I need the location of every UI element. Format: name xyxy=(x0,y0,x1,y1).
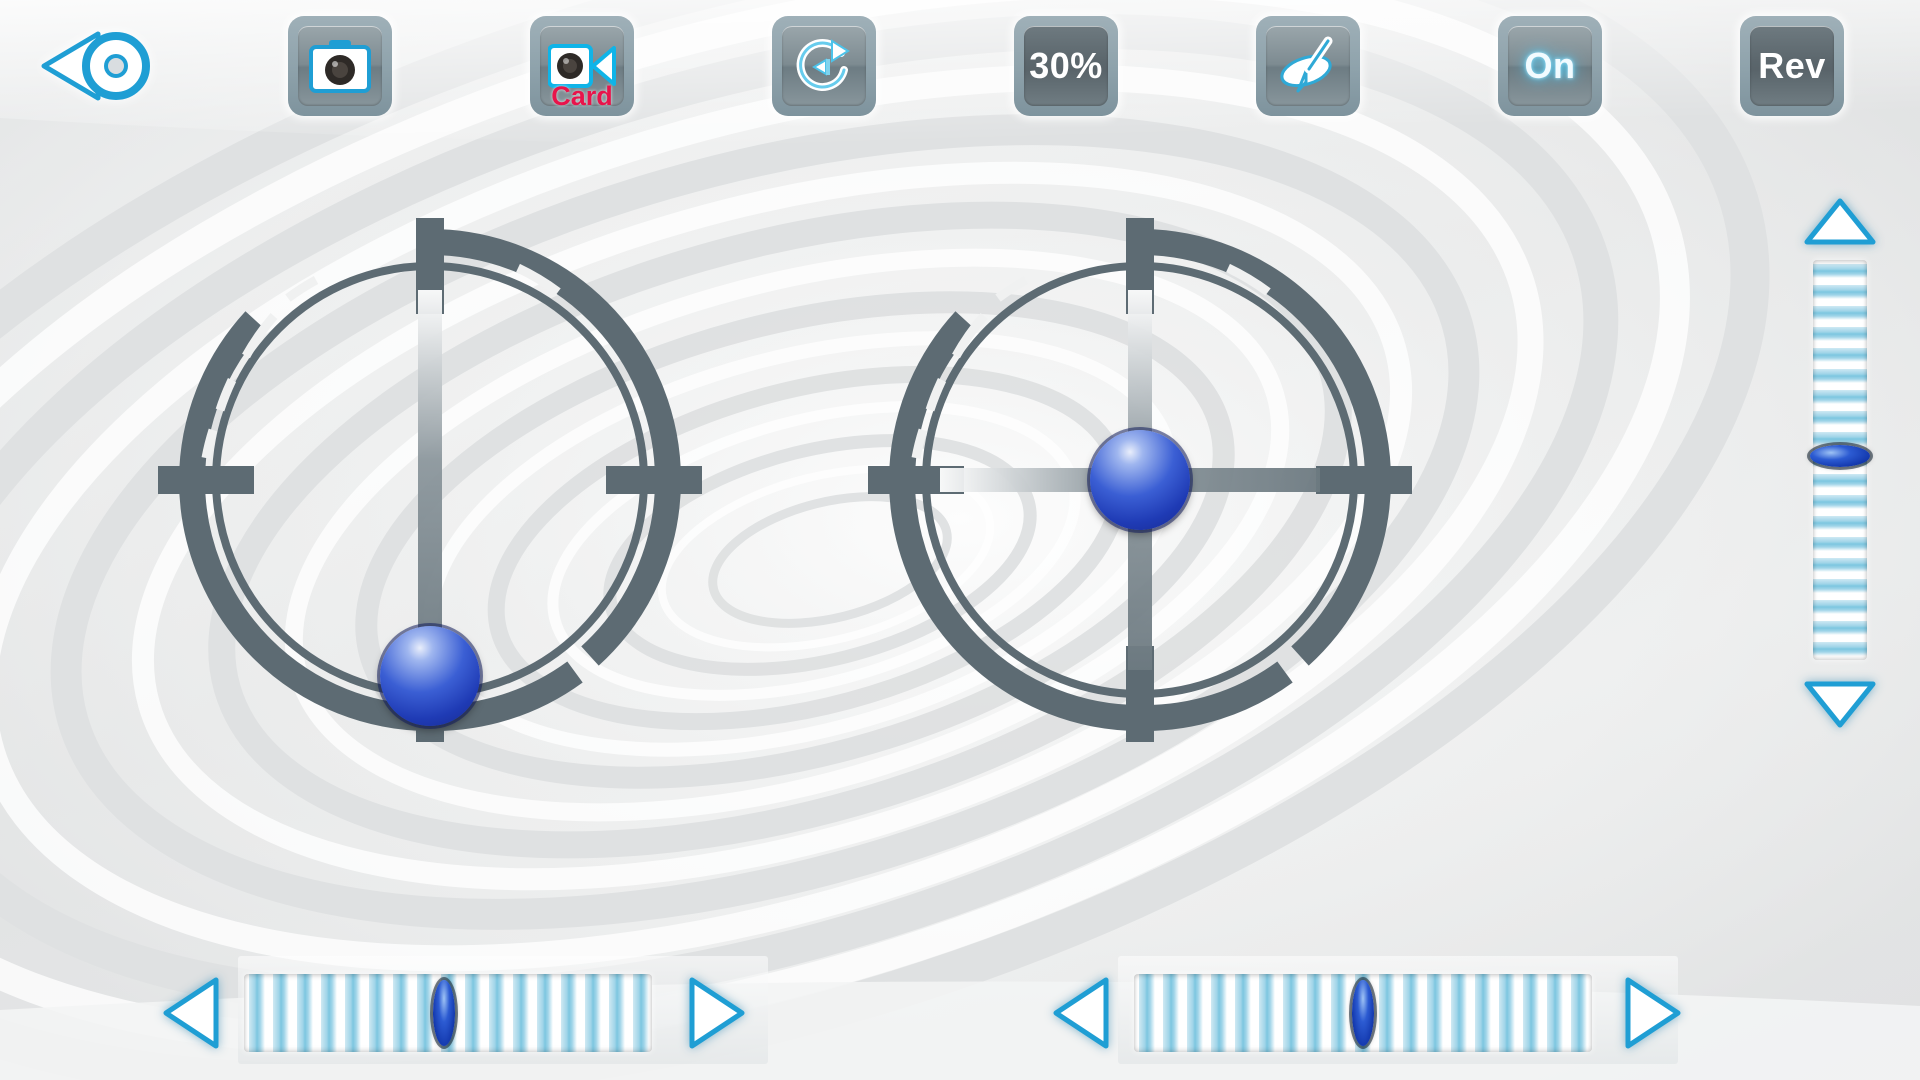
direction-button[interactable]: Rev xyxy=(1740,16,1844,116)
photo-camera-icon xyxy=(309,40,371,93)
rotate-button-face xyxy=(782,26,866,106)
down-triangle-icon[interactable] xyxy=(1803,676,1877,730)
zoom-slider[interactable] xyxy=(1800,196,1880,756)
zoom-slider-thumb[interactable] xyxy=(1810,445,1870,467)
back-button[interactable] xyxy=(38,24,162,108)
record-button[interactable]: Card xyxy=(530,16,634,116)
snapshot-button[interactable] xyxy=(288,16,392,116)
pan-crosshair-vertical xyxy=(418,290,442,670)
right-triangle-icon[interactable] xyxy=(686,974,748,1052)
tilt-fine-slider-thumb[interactable] xyxy=(1352,980,1374,1046)
rotate-button[interactable] xyxy=(772,16,876,116)
record-card-label: Card xyxy=(551,81,613,111)
tilt-fine-slider-track[interactable] xyxy=(1134,974,1592,1052)
pan-fine-slider-track[interactable] xyxy=(244,974,652,1052)
direction-button-face: Rev xyxy=(1750,26,1834,106)
left-triangle-icon[interactable] xyxy=(160,974,222,1052)
right-triangle-icon[interactable] xyxy=(1622,974,1684,1052)
gyro-button[interactable] xyxy=(1256,16,1360,116)
speed-button-face: 30% xyxy=(1024,26,1108,106)
speed-button[interactable]: 30% xyxy=(1014,16,1118,116)
tilt-knob[interactable] xyxy=(1090,430,1190,530)
pan-fine-slider-thumb[interactable] xyxy=(432,980,455,1046)
tilt-control-ring[interactable] xyxy=(830,180,1450,780)
left-triangle-icon[interactable] xyxy=(1050,974,1112,1052)
power-button[interactable]: On xyxy=(1498,16,1602,116)
rotate-refresh-icon xyxy=(796,39,850,91)
zoom-slider-track[interactable] xyxy=(1810,260,1870,660)
record-button-face: Card xyxy=(540,26,624,110)
back-arrow-icon xyxy=(41,31,150,101)
snapshot-button-face xyxy=(298,26,382,106)
gyro-button-face xyxy=(1266,26,1350,106)
power-state-label: On xyxy=(1524,45,1576,86)
direction-state-label: Rev xyxy=(1758,45,1826,86)
up-triangle-icon[interactable] xyxy=(1803,196,1877,250)
power-button-face: On xyxy=(1508,26,1592,106)
pan-knob[interactable] xyxy=(380,626,480,726)
pan-control-ring[interactable] xyxy=(120,180,740,780)
tilt-fine-slider[interactable] xyxy=(1050,958,1710,1068)
pan-fine-slider[interactable] xyxy=(160,958,780,1068)
spinning-top-icon xyxy=(1280,36,1333,93)
speed-value-label: 30% xyxy=(1029,45,1103,86)
top-toolbar: Card 30% On Rev xyxy=(0,0,1920,132)
